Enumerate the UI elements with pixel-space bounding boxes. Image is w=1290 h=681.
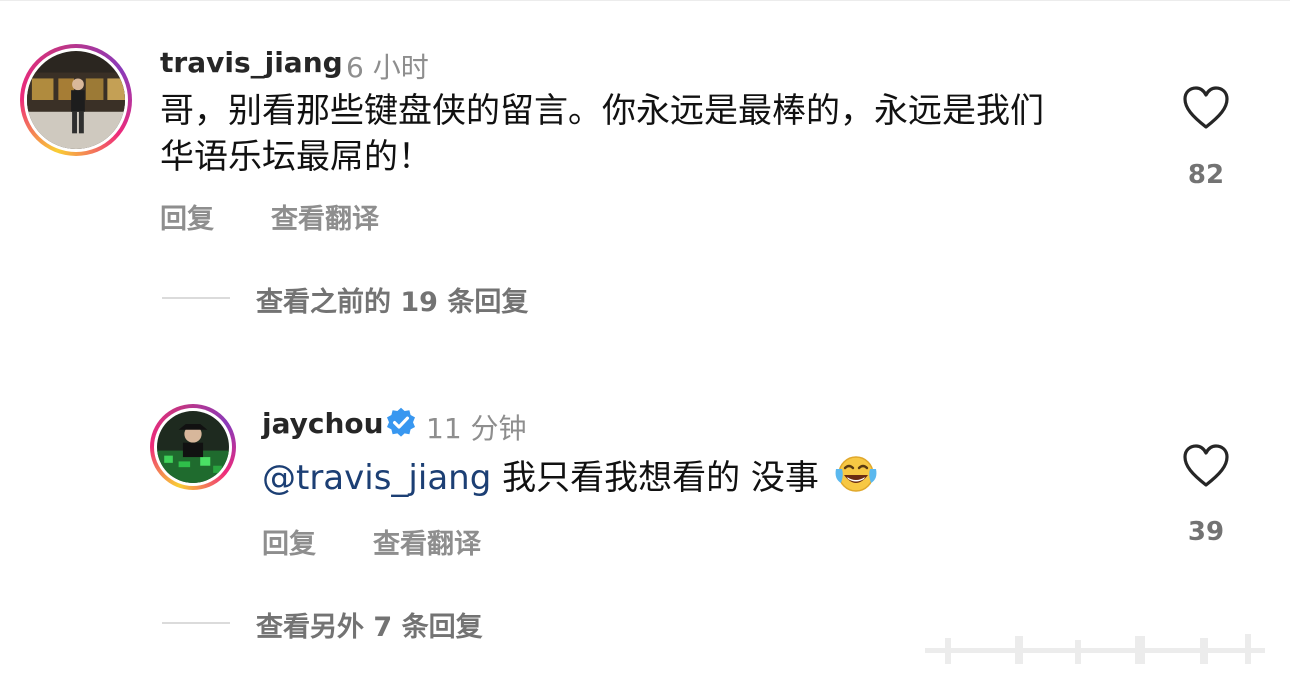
like-count: 82 — [1187, 160, 1225, 190]
translate-button[interactable]: 查看翻译 — [373, 522, 481, 561]
comment-username[interactable]: travis_jiang — [160, 46, 343, 79]
comment-username[interactable]: jaychou — [262, 407, 384, 440]
thread-line — [162, 622, 230, 624]
avatar-travis-jiang[interactable] — [20, 44, 132, 156]
view-more-replies-button[interactable]: 查看另外 7 条回复 — [256, 605, 483, 644]
comment-text-line: 哥，别看那些键盘侠的留言。你永远是最棒的，永远是我们 — [160, 91, 1044, 131]
heart-outline-icon[interactable] — [1182, 86, 1230, 130]
comment-body: 我只看我想看的 没事 — [502, 458, 819, 498]
avatar-photo-icon — [27, 51, 125, 149]
comment-time: 11 分钟 — [426, 412, 527, 445]
comment-time: 6 小时 — [346, 51, 429, 84]
reply-button[interactable]: 回复 — [160, 197, 214, 236]
comment-text: @travis_jiang 我只看我想看的 没事 — [262, 453, 1142, 501]
mention-link[interactable]: @travis_jiang — [262, 458, 491, 498]
translate-button[interactable]: 查看翻译 — [271, 197, 379, 236]
view-previous-replies-button[interactable]: 查看之前的 19 条回复 — [256, 280, 528, 319]
verified-badge-icon — [387, 407, 415, 437]
thread-line — [162, 297, 230, 299]
like-count: 39 — [1187, 517, 1225, 547]
reply-button[interactable]: 回复 — [262, 522, 316, 561]
divider — [0, 0, 1290, 1]
comment-thread: travis_jiang 6 小时 哥，别看那些键盘侠的留言。你永远是最棒的，永… — [0, 0, 1290, 681]
face-with-tears-of-joy-icon — [835, 456, 877, 492]
watermark-icon — [925, 634, 1265, 664]
avatar-photo-icon — [157, 411, 229, 483]
comment-text-line: 华语乐坛最屌的！ — [160, 137, 432, 177]
avatar-jaychou[interactable] — [150, 404, 236, 490]
comment-text: 哥，别看那些键盘侠的留言。你永远是最棒的，永远是我们 华语乐坛最屌的！ — [160, 88, 1140, 180]
heart-outline-icon[interactable] — [1182, 444, 1230, 488]
